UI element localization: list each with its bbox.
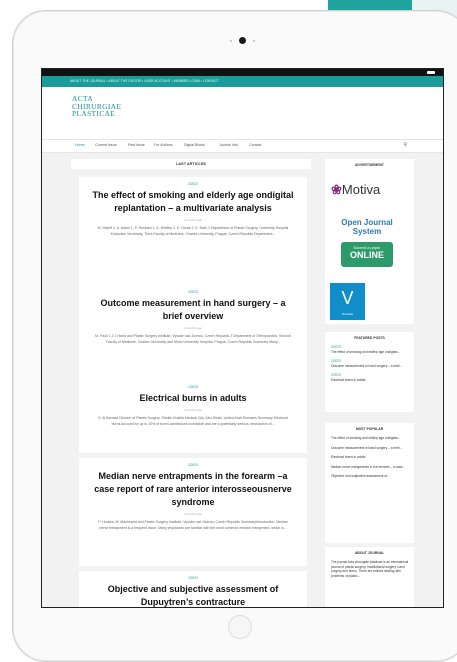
site-header: ACTA CHIRURGIAE PLASTICAE [42, 87, 443, 139]
sensor-dot [230, 40, 232, 42]
vinohrady-badge[interactable]: V Vinohrady [330, 283, 365, 320]
featured-item[interactable]: 2/2023 Electrical burns in adults [331, 373, 409, 382]
badge-letter: V [341, 288, 354, 308]
about-journal-widget: ABOUT JOURNAL The journal Acta chirurgia… [325, 547, 414, 607]
article-ago: 3 months ago [183, 512, 203, 516]
article-title[interactable]: Median nerve entrapments in the forearm … [91, 470, 295, 509]
widget-title: FEATURED POSTS [354, 336, 385, 340]
submit-online-button[interactable]: Submit a paper ONLINE [341, 242, 393, 267]
motiva-ad[interactable]: ❀Motiva [331, 182, 406, 202]
motiva-logo-icon: ❀ [331, 182, 342, 197]
article-excerpt: S. Al Barrawi Division of Plastic Surger… [98, 416, 288, 426]
logo-line: PLASTICAE [72, 109, 116, 118]
popular-item[interactable]: Objective and subjective assessment of..… [331, 474, 409, 479]
featured-text: The effect of smoking and elderly age on… [331, 349, 401, 354]
popular-item[interactable]: Outcome measurement in hand surgery – a … [331, 446, 409, 451]
article-card[interactable]: 2/2023 Median nerve entrapments in the f… [79, 458, 307, 566]
nav-item-for-authors[interactable]: For Authors [154, 143, 173, 147]
tablet-screen: ABOUT THE JOURNAL • ABOUT THE EDITOR • U… [41, 68, 444, 608]
motiva-text: Motiva [341, 182, 381, 197]
site-logo[interactable]: ACTA CHIRURGIAE PLASTICAE [72, 95, 121, 118]
widget-title: ABOUT JOURNAL [354, 551, 385, 555]
ojs-title[interactable]: Open Journal System [331, 218, 403, 236]
article-date: 2/2023 [188, 463, 198, 467]
article-title[interactable]: Objective and subjective assessment of D… [91, 583, 295, 607]
article-title[interactable]: Electrical burns in adults [91, 392, 295, 405]
article-date: 2/2023 [188, 576, 198, 580]
article-card[interactable]: 2/2023 Outcome measurement in hand surge… [79, 285, 307, 381]
popular-item[interactable]: Median nerve entrapments in the forearm … [331, 465, 409, 470]
badge-small-text: Vinohrady [341, 313, 354, 316]
featured-posts-widget: FEATURED POSTS 2/2023 The effect of smoki… [325, 332, 414, 412]
featured-item[interactable]: 2/2023 Outcome measurement in hand surger… [331, 359, 409, 368]
most-popular-widget: MOST POPULAR The effect of smoking and e… [325, 423, 414, 543]
status-bar [42, 69, 443, 76]
nav-item-digital-books[interactable]: Digital Books [184, 143, 205, 147]
battery-icon [427, 71, 435, 74]
article-date: 2/2023 [188, 182, 198, 186]
popular-item[interactable]: Electrical burns in adults [331, 455, 409, 460]
search-icon[interactable]: ⚲ [403, 142, 407, 148]
popular-item[interactable]: The effect of smoking and elderly age on… [331, 436, 409, 441]
home-button[interactable] [228, 615, 252, 639]
section-title: LAST ARTICLES [71, 159, 311, 169]
article-card[interactable]: 2/2023 Electrical burns in adults 3 mont… [79, 380, 307, 453]
widget-title: MOST POPULAR [355, 427, 384, 431]
main-nav: Home Current Issue Past Issue For Author… [42, 139, 443, 153]
featured-item[interactable]: 2/2023 The effect of smoking and elderly … [331, 345, 409, 354]
article-card[interactable]: 2/2023 Objective and subjective assessme… [79, 571, 307, 607]
article-ago: 3 months ago [183, 408, 203, 412]
article-excerpt: P. Hrnidra, M. Machhand and Plastic Surg… [98, 520, 288, 530]
featured-text: Outcome measurement in hand surgery – a … [331, 363, 403, 368]
article-date: 2/2023 [188, 290, 198, 294]
widget-title: ADVERTISEMENT [354, 163, 384, 167]
article-title[interactable]: The effect of smoking and elderly age on… [91, 189, 295, 215]
nav-item-journal-info[interactable]: Journal Info [219, 143, 238, 147]
online-label: ONLINE [349, 250, 384, 260]
nav-item-current-issue[interactable]: Current Issue [95, 143, 117, 147]
article-title[interactable]: Outcome measurement in hand surgery – a … [91, 297, 295, 323]
nav-item-contact[interactable]: Contact [249, 143, 261, 147]
article-ago: 3 months ago [183, 326, 203, 330]
top-links-bar: ABOUT THE JOURNAL • ABOUT THE EDITOR • U… [42, 76, 443, 87]
sensor-dot [253, 40, 255, 42]
article-date: 2/2023 [188, 385, 198, 389]
top-links[interactable]: ABOUT THE JOURNAL • ABOUT THE EDITOR • U… [70, 79, 219, 83]
article-ago: 3 months ago [183, 218, 203, 222]
nav-item-past-issue[interactable]: Past Issue [128, 143, 145, 147]
article-excerpt: M. Pauli 1,2 1 Hand and Plastic Surgery … [95, 334, 291, 344]
featured-text: Electrical burns in adults [331, 377, 366, 382]
nav-item-home[interactable]: Home [75, 143, 85, 147]
about-text: The journal Acta chirurgiae plasticae is… [331, 560, 409, 578]
article-excerpt: M. Maleff 1, A. Adam 1, P. Reckard 1, A.… [97, 226, 289, 236]
front-camera [239, 37, 246, 44]
